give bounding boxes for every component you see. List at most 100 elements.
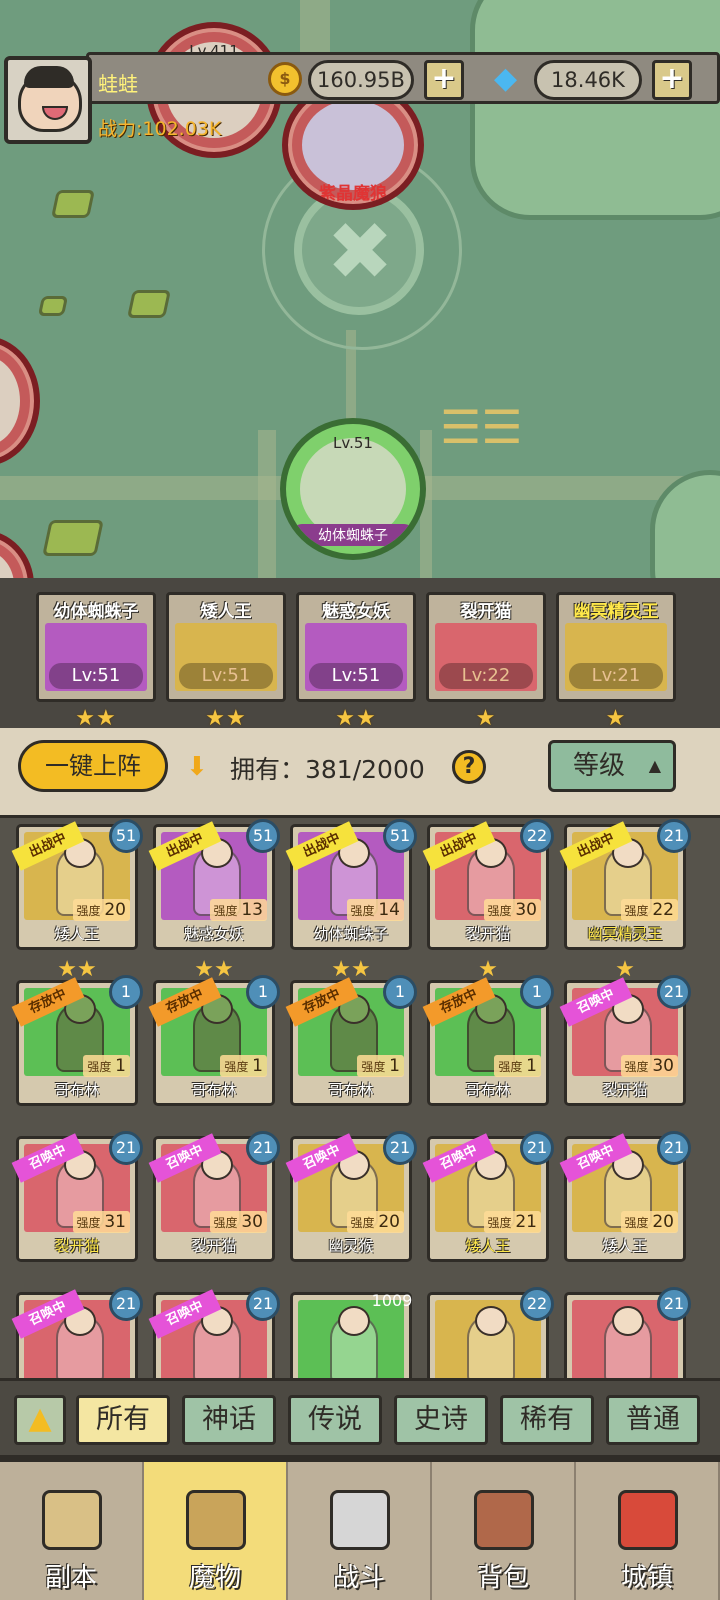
auto-deploy-button[interactable]: 一键上阵 bbox=[18, 740, 168, 792]
strength-label: 强度 bbox=[76, 904, 101, 918]
monster-name: 幽冥精灵王 bbox=[587, 925, 663, 943]
lineup-slot[interactable]: 魅惑女妖 Lv:51 bbox=[296, 592, 416, 702]
help-icon[interactable]: ? bbox=[452, 750, 486, 784]
monster-card[interactable]: 存放中 强度 1 哥布林 1 bbox=[422, 975, 554, 1106]
monster-card[interactable]: 召唤中 强度 30 裂开猫 21 bbox=[148, 1131, 280, 1262]
monster-card[interactable]: 出战中 强度 30 裂开猫 22 ★ bbox=[422, 819, 554, 982]
monster-name: 哥布林 bbox=[191, 1081, 237, 1099]
monster-card[interactable]: 出战中 强度 14 幼体蜘蛛子 51 ★★ bbox=[285, 819, 417, 982]
battle-lineup: 幼体蜘蛛子 Lv:51 矮人王 Lv:51 魅惑女妖 Lv:51 裂开猫 Lv:22 幽… bbox=[0, 578, 720, 731]
player-name: 蛙蛙 bbox=[98, 72, 138, 96]
map-islet bbox=[42, 520, 104, 556]
strength-label: 强度 bbox=[213, 904, 238, 918]
monster-card[interactable]: 22 bbox=[427, 1287, 554, 1378]
monster-name: 哥布林 bbox=[328, 1081, 374, 1099]
sort-by-level-button[interactable]: 等级 ▲ bbox=[548, 740, 676, 792]
add-gems-button[interactable]: + bbox=[652, 60, 692, 100]
strength-number: 30 bbox=[241, 1212, 263, 1232]
monster-card[interactable]: 召唤中 强度 20 矮人王 21 bbox=[559, 1131, 691, 1262]
monster-card[interactable]: 召唤中 强度 20 幽灵猴 21 bbox=[285, 1131, 417, 1262]
level-badge: 1 bbox=[246, 975, 280, 1009]
node-name: 幼体蜘蛛子 bbox=[292, 524, 414, 546]
strength-number: 1 bbox=[526, 1056, 537, 1076]
strength-number: 30 bbox=[515, 900, 537, 920]
strength-value: 强度 13 bbox=[209, 899, 267, 921]
monster-grid[interactable]: 出战中 强度 20 矮人王 51 ★★ 出战中 强度 13 魅惑女妖 51 ★★ 出战中 强度 14 幼… bbox=[0, 818, 720, 1378]
filter-tab-epic[interactable]: 史诗 bbox=[394, 1395, 488, 1445]
monster-card[interactable]: 召唤中 21 bbox=[148, 1287, 280, 1378]
level-badge: 21 bbox=[657, 1287, 691, 1321]
player-avatar[interactable] bbox=[4, 56, 92, 144]
level-badge: 1 bbox=[383, 975, 417, 1009]
level-badge: 21 bbox=[657, 819, 691, 853]
combat-power: 战力:102.03K bbox=[98, 118, 222, 140]
monster-name: 裂开猫 bbox=[465, 925, 511, 943]
map-stage-node-spider[interactable]: Lv.51 幼体蜘蛛子 bbox=[280, 418, 426, 560]
monster-card[interactable]: 存放中 强度 1 哥布林 1 bbox=[148, 975, 280, 1106]
monster-name: 哥布林 bbox=[54, 1081, 100, 1099]
strength-value: 强度 1 bbox=[494, 1055, 541, 1077]
strength-label: 强度 bbox=[361, 1060, 386, 1074]
monster-name: 哥布林 bbox=[465, 1081, 511, 1099]
strength-number: 1 bbox=[389, 1056, 400, 1076]
level-badge: 21 bbox=[657, 1131, 691, 1165]
nav-monsters[interactable]: 魔物 bbox=[144, 1462, 288, 1600]
diamond-icon: ◆ bbox=[494, 61, 518, 96]
filter-tab-legendary[interactable]: 传说 bbox=[288, 1395, 382, 1445]
collapse-up-icon[interactable]: ▲ bbox=[14, 1395, 66, 1445]
lineup-slot[interactable]: 幼体蜘蛛子 Lv:51 bbox=[36, 592, 156, 702]
strength-value: 强度 21 bbox=[483, 1211, 541, 1233]
strength-label: 强度 bbox=[87, 1060, 112, 1074]
filter-tab-common[interactable]: 普通 bbox=[606, 1395, 700, 1445]
monster-card[interactable]: 召唤中 强度 21 矮人王 21 bbox=[422, 1131, 554, 1262]
strength-label: 强度 bbox=[76, 1216, 101, 1230]
level-badge: 1 bbox=[109, 975, 143, 1009]
strength-label: 强度 bbox=[350, 904, 375, 918]
monster-name: 幼体蜘蛛子 bbox=[313, 925, 389, 943]
map-boss-node-left[interactable] bbox=[0, 336, 40, 466]
lineup-slot[interactable]: 幽冥精灵王 Lv:21 bbox=[556, 592, 676, 702]
strength-number: 13 bbox=[241, 900, 263, 920]
filter-tab-all[interactable]: 所有 bbox=[76, 1395, 170, 1445]
monster-card[interactable]: 出战中 强度 13 魅惑女妖 51 ★★ bbox=[148, 819, 280, 982]
filter-tab-rare[interactable]: 稀有 bbox=[500, 1395, 594, 1445]
monster-card[interactable]: 召唤中 强度 30 裂开猫 21 bbox=[559, 975, 691, 1106]
strength-label: 强度 bbox=[624, 904, 649, 918]
strength-value: 强度 14 bbox=[346, 899, 404, 921]
nav-town[interactable]: 城镇 bbox=[576, 1462, 720, 1600]
filter-tab-mythic[interactable]: 神话 bbox=[182, 1395, 276, 1445]
monster-card[interactable]: 存放中 强度 1 哥布林 1 bbox=[11, 975, 143, 1106]
strength-value: 强度 1 bbox=[83, 1055, 130, 1077]
map-scroll-icon bbox=[42, 1490, 102, 1550]
monster-name: 矮人王 bbox=[602, 1237, 648, 1255]
game-screen: ☰☰ ✖ Lv.411 紫晶魔狼 Lv.51 幼体蜘蛛子 蛙蛙 战力:102.0… bbox=[0, 0, 720, 1600]
strength-number: 14 bbox=[378, 900, 400, 920]
monster-card[interactable]: 出战中 强度 22 幽冥精灵王 21 ★ bbox=[559, 819, 691, 982]
strength-label: 强度 bbox=[487, 1216, 512, 1230]
monster-name: 裂开猫 bbox=[54, 1237, 100, 1255]
monster-card[interactable]: 召唤中 21 bbox=[11, 1287, 143, 1378]
monster-card[interactable]: 出战中 强度 20 矮人王 51 ★★ bbox=[11, 819, 143, 982]
nav-battle[interactable]: 战斗 bbox=[288, 1462, 432, 1600]
strength-number: 20 bbox=[104, 900, 126, 920]
monster-card[interactable]: 召唤中 强度 31 裂开猫 21 bbox=[11, 1131, 143, 1262]
strength-number: 20 bbox=[652, 1212, 674, 1232]
gold-amount: 160.95B bbox=[308, 60, 414, 100]
level-badge: 1009 bbox=[371, 1291, 413, 1310]
map-islet bbox=[127, 290, 171, 318]
lineup-slot[interactable]: 矮人王 Lv:51 bbox=[166, 592, 286, 702]
monster-card[interactable]: 存放中 强度 1 哥布林 1 bbox=[285, 975, 417, 1106]
strength-value: 强度 31 bbox=[72, 1211, 130, 1233]
bottom-navigation: 副本 魔物 战斗 背包 城镇 bbox=[0, 1458, 720, 1600]
strength-label: 强度 bbox=[350, 1216, 375, 1230]
nav-dungeon[interactable]: 副本 bbox=[0, 1462, 144, 1600]
nav-backpack[interactable]: 背包 bbox=[432, 1462, 576, 1600]
dragon-skeleton-decoration: ☰☰ bbox=[440, 400, 523, 454]
monster-card[interactable]: 1009 bbox=[290, 1291, 412, 1378]
lineup-slot[interactable]: 裂开猫 Lv:22 bbox=[426, 592, 546, 702]
map-islet bbox=[51, 190, 95, 218]
add-gold-button[interactable]: + bbox=[424, 60, 464, 100]
monster-card[interactable]: 21 bbox=[564, 1287, 691, 1378]
map-islet bbox=[37, 296, 69, 316]
level-badge: 22 bbox=[520, 819, 554, 853]
